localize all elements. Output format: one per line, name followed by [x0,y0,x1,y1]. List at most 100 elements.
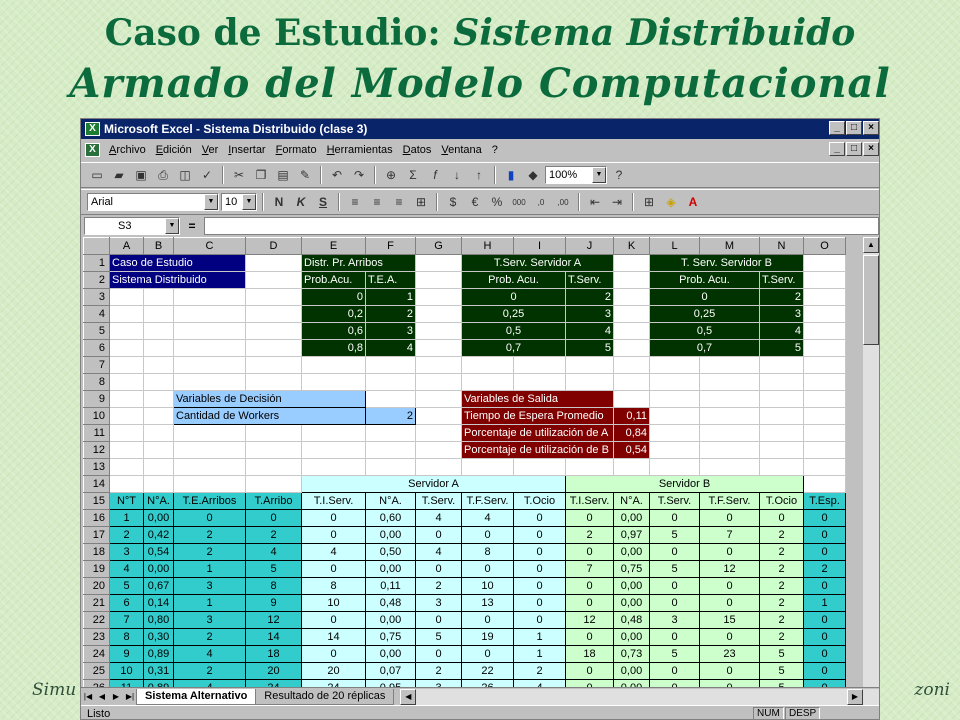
sim-cell[interactable]: 0,30 [143,628,174,646]
font-name-combo[interactable]: Arial ▼ [87,193,219,211]
server-b-col2-header[interactable]: T.Serv. [759,271,804,289]
arrivals-tea-cell[interactable]: 3 [365,322,416,340]
format-painter-icon[interactable]: ✎ [295,165,315,185]
sim-cell[interactable]: 10 [301,594,366,612]
server-b-prob-cell[interactable]: 0,5 [649,322,760,340]
increase-indent-icon[interactable]: ⇥ [607,192,627,212]
spelling-icon[interactable]: ✓ [197,165,217,185]
sim-cell[interactable]: 4 [415,543,462,561]
sim-cell[interactable]: 0 [649,509,700,527]
sim-header-cell[interactable]: N°A. [613,492,650,510]
increase-decimal-icon[interactable]: ,0 [531,192,551,212]
sim-cell[interactable]: 0 [803,628,846,646]
sim-cell[interactable]: 0 [699,594,760,612]
sim-cell[interactable]: 0,00 [613,577,650,595]
underline-button[interactable]: S [313,192,333,212]
sim-cell[interactable]: 1 [173,560,246,578]
sim-header-cell[interactable]: T.Serv. [415,492,462,510]
sim-cell[interactable]: 1 [513,645,566,663]
minimize-button[interactable]: _ [829,121,845,135]
sim-cell[interactable]: 0,50 [365,543,416,561]
server-b-time-cell[interactable]: 3 [759,305,804,323]
decrease-decimal-icon[interactable]: ,00 [553,192,573,212]
sim-cell[interactable]: 0,11 [365,577,416,595]
output-label-cell[interactable]: Porcentaje de utilización de B [461,441,614,459]
row-header[interactable]: 25 [83,662,110,680]
sim-cell[interactable]: 0,67 [143,577,174,595]
row-header[interactable]: 5 [83,322,110,340]
row-header[interactable]: 23 [83,628,110,646]
sim-cell[interactable]: 0 [649,577,700,595]
arrivals-col1-header[interactable]: Prob.Acu. [301,271,366,289]
server-b-prob-cell[interactable]: 0,7 [649,339,760,357]
sim-cell[interactable]: 2 [173,543,246,561]
sim-cell[interactable]: 0,48 [365,594,416,612]
sim-header-cell[interactable]: T.I.Serv. [301,492,366,510]
sim-cell[interactable]: 3 [173,611,246,629]
sim-cell[interactable]: 0 [565,628,614,646]
column-header[interactable]: N [759,237,804,255]
italic-button[interactable]: K [291,192,311,212]
server-b-dist-header-cell[interactable]: T. Serv. Servidor B [649,254,804,272]
sim-cell[interactable]: 10 [461,577,514,595]
sim-cell[interactable]: 0 [803,577,846,595]
chevron-down-icon[interactable]: ▼ [242,194,256,210]
arrivals-col2-header[interactable]: T.E.A. [365,271,416,289]
cell[interactable] [415,271,462,289]
sim-cell[interactable]: 0 [513,543,566,561]
server-a-prob-cell[interactable]: 0,25 [461,305,566,323]
prev-sheet-icon[interactable]: ◀ [95,690,109,704]
sim-cell[interactable]: 0 [301,560,366,578]
sim-cell[interactable]: 1 [513,628,566,646]
sim-header-cell[interactable]: T.Serv. [649,492,700,510]
sim-cell[interactable]: 0 [513,611,566,629]
sim-cell[interactable]: 0 [803,611,846,629]
sim-cell[interactable]: 2 [415,662,462,680]
sim-header-cell[interactable]: N°A. [365,492,416,510]
sim-cell[interactable]: 14 [245,628,302,646]
save-icon[interactable]: ▣ [131,165,151,185]
sim-header-cell[interactable]: N°T [109,492,144,510]
sim-cell[interactable]: 18 [245,645,302,663]
sim-cell[interactable]: 23 [699,645,760,663]
sim-header-cell[interactable]: N°A. [143,492,174,510]
cell[interactable] [803,271,846,289]
sim-cell[interactable]: 1 [109,509,144,527]
server-a-time-cell[interactable]: 3 [565,305,614,323]
decision-value-cell[interactable]: 2 [365,407,416,425]
sim-cell[interactable]: 5 [759,645,804,663]
sim-cell[interactable]: 0,60 [365,509,416,527]
autosum-icon[interactable]: Σ [403,165,423,185]
sim-cell[interactable]: 0 [415,526,462,544]
sim-cell[interactable]: 0 [565,577,614,595]
copy-icon[interactable]: ❐ [251,165,271,185]
sim-cell[interactable]: 0 [649,662,700,680]
drawing-icon[interactable]: ◆ [523,165,543,185]
output-value-cell[interactable]: 0,11 [613,407,650,425]
row-header[interactable]: 19 [83,560,110,578]
help-icon[interactable]: ? [609,165,629,185]
sim-cell[interactable]: 0,00 [613,628,650,646]
arrivals-tea-cell[interactable]: 1 [365,288,416,306]
sim-cell[interactable]: 14 [301,628,366,646]
sim-cell[interactable]: 0 [301,645,366,663]
scroll-thumb[interactable] [863,255,879,345]
sim-cell[interactable]: 22 [461,662,514,680]
server-a-time-cell[interactable]: 4 [565,322,614,340]
sim-cell[interactable]: 5 [649,645,700,663]
column-header[interactable]: C [173,237,246,255]
server-b-section-header[interactable]: Servidor B [565,475,804,493]
sim-cell[interactable]: 0,54 [143,543,174,561]
formula-input[interactable] [204,217,879,235]
sim-cell[interactable]: 0 [803,662,846,680]
sim-cell[interactable]: 0,00 [613,543,650,561]
sim-cell[interactable]: 8 [301,577,366,595]
menu-archivo[interactable]: Archivo [104,144,151,156]
sim-cell[interactable]: 0 [649,543,700,561]
server-b-time-cell[interactable]: 5 [759,339,804,357]
sim-cell[interactable]: 6 [109,594,144,612]
sim-cell[interactable]: 2 [173,662,246,680]
sim-cell[interactable]: 0,73 [613,645,650,663]
case-title-cell[interactable]: Caso de Estudio [109,254,246,272]
sim-cell[interactable]: 4 [109,560,144,578]
